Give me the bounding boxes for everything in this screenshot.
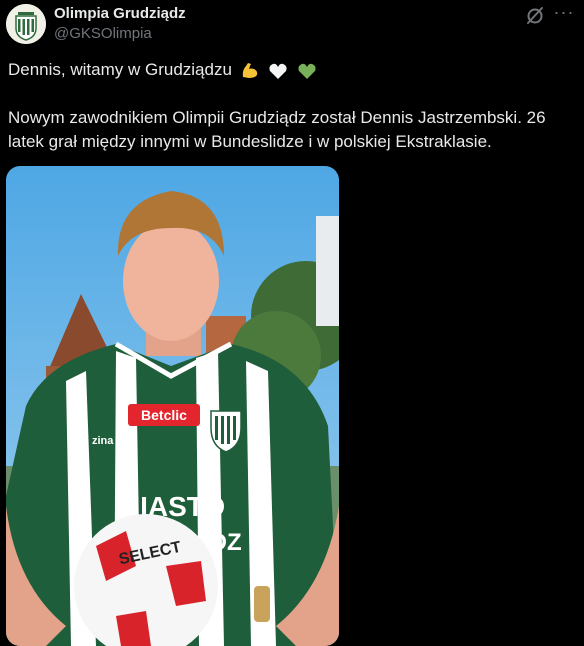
- green-heart-emoji: [298, 63, 316, 79]
- post-media-image[interactable]: Betclic zina MIASTO GRUDZIĄDZ SELECT: [6, 166, 339, 646]
- post-text-line1: Dennis, witamy w Grudziądzu: [8, 58, 568, 82]
- author-avatar[interactable]: [6, 4, 46, 44]
- post-greeting: Dennis, witamy w Grudziądzu: [8, 60, 232, 79]
- shirt-sponsor: Betclic: [141, 407, 187, 423]
- kit-brand: zina: [92, 435, 114, 447]
- player-photo: Betclic zina MIASTO GRUDZIĄDZ SELECT: [6, 166, 339, 646]
- grok-slash-icon[interactable]: [524, 4, 546, 26]
- more-horizontal-icon[interactable]: ···: [552, 3, 576, 26]
- flexed-biceps-emoji: [242, 62, 257, 78]
- author-handle[interactable]: @GKSOlimpia: [54, 25, 152, 42]
- post-body: Nowym zawodnikiem Olimpii Grudziądz zost…: [8, 108, 546, 151]
- author-display-name[interactable]: Olimpia Grudziądz: [54, 5, 186, 22]
- club-crest-icon: [6, 4, 46, 44]
- white-heart-emoji: [269, 63, 287, 79]
